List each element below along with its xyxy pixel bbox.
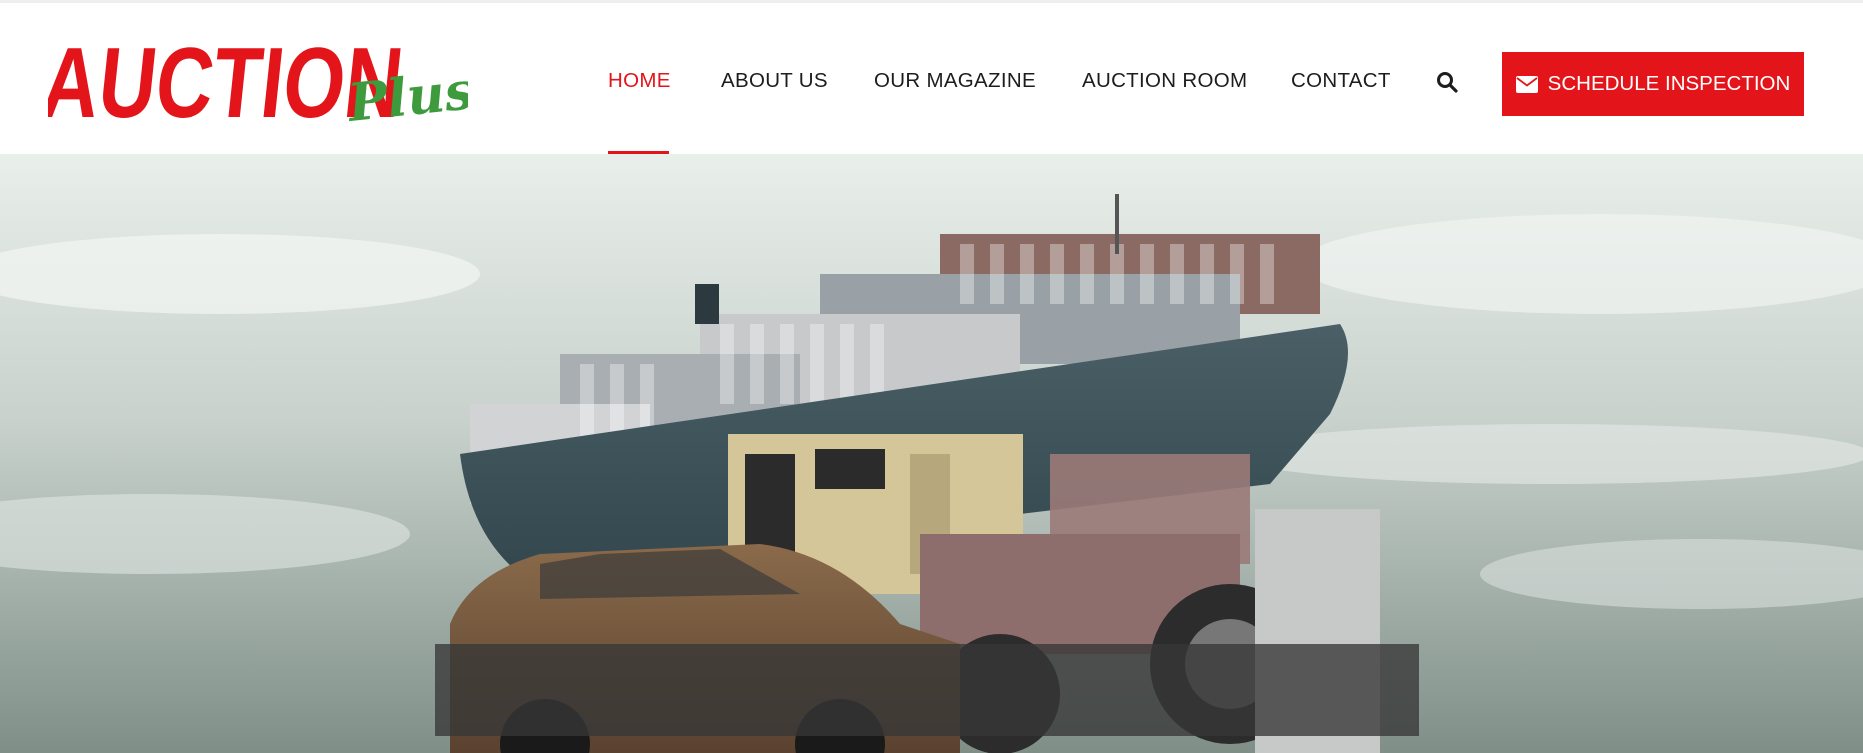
site-header: AUCTION Plus HOME ABOUT US OUR MAGAZINE … xyxy=(0,3,1863,157)
search-icon[interactable] xyxy=(1436,71,1458,93)
schedule-inspection-button[interactable]: SCHEDULE INSPECTION xyxy=(1502,52,1804,116)
hero-banner xyxy=(0,154,1863,753)
schedule-inspection-label: SCHEDULE INSPECTION xyxy=(1547,72,1791,95)
auction-plus-logo[interactable]: AUCTION Plus xyxy=(48,29,468,129)
nav-contact[interactable]: CONTACT xyxy=(1291,69,1391,93)
nav-home[interactable]: HOME xyxy=(608,69,671,93)
hero-caption-bar xyxy=(435,644,1419,736)
envelope-icon xyxy=(1515,75,1538,93)
nav-about-us[interactable]: ABOUT US xyxy=(721,69,828,93)
nav-auction-room[interactable]: AUCTION ROOM xyxy=(1082,69,1247,93)
nav-our-magazine[interactable]: OUR MAGAZINE xyxy=(874,69,1036,93)
